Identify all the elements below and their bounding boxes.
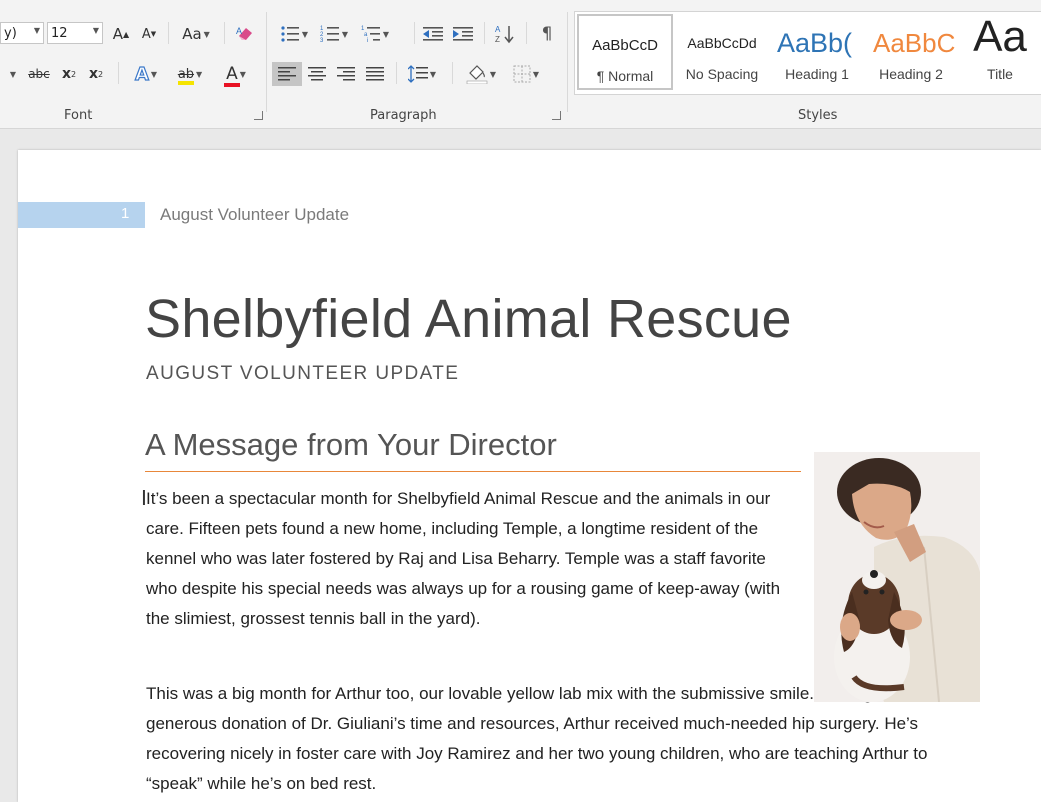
header-text[interactable]: August Volunteer Update [160, 205, 349, 225]
chevron-down-icon: ▼ [9, 69, 17, 79]
eraser-icon: A [236, 26, 252, 40]
multilevel-list-button[interactable]: 1 a i ▼ [356, 22, 394, 46]
svg-text:Z: Z [495, 35, 500, 44]
text-effects-button[interactable]: A ▼ [128, 62, 164, 86]
change-case-button[interactable]: Aa ▼ [174, 22, 218, 46]
font-name-dropdown-arrow[interactable]: ▼ [6, 62, 18, 86]
heading-rule [145, 471, 801, 472]
svg-text:3: 3 [320, 38, 324, 43]
chevron-down-icon: ▼ [382, 29, 390, 39]
paragraph-group-label: Paragraph [370, 108, 437, 123]
shrink-font-button[interactable]: A ▼ [138, 22, 160, 46]
style-name: ¶ Normal [596, 68, 654, 84]
style-sample: AaBbC [873, 27, 956, 58]
decrease-indent-icon [423, 27, 443, 41]
decrease-indent-button[interactable] [420, 22, 446, 46]
style-name: Title [987, 66, 1013, 82]
chevron-down-icon: ▼ [150, 69, 158, 79]
justify-button[interactable] [362, 62, 388, 86]
styles-gallery: AaBbCcD ¶ Normal AaBbCcDd No Spacing AaB… [574, 11, 1041, 95]
ribbon: y) ▼ 12 ▼ A ▲ A ▼ Aa ▼ A ▼ abc x2 x2 A ▼ ab [0, 0, 1041, 129]
styles-group-label: Styles [798, 108, 838, 123]
style-name: No Spacing [685, 66, 759, 82]
style-heading-1[interactable]: AaBb( Heading 1 [771, 14, 863, 90]
line-spacing-button[interactable]: ▼ [402, 62, 442, 86]
font-color-bar [224, 83, 240, 87]
font-group-label: Font [64, 108, 93, 123]
pilcrow-icon: ¶ [541, 24, 553, 44]
chevron-down-icon: ▼ [92, 26, 99, 35]
paint-bucket-icon [466, 65, 488, 84]
section-heading[interactable]: A Message from Your Director [145, 427, 557, 463]
paragraph-dialog-launcher[interactable] [552, 111, 561, 120]
numbered-list-icon: 1 2 3 [320, 26, 339, 43]
align-right-button[interactable] [333, 62, 359, 86]
style-heading-2[interactable]: AaBbC Heading 2 [865, 14, 957, 90]
page-number: 1 [121, 205, 130, 222]
caret-up-icon: ▲ [123, 29, 130, 39]
sort-button[interactable]: A Z [490, 22, 520, 46]
justify-icon [366, 67, 384, 81]
increase-indent-icon [453, 27, 473, 41]
font-name-combo[interactable]: y) ▼ [0, 22, 44, 44]
clear-formatting-button[interactable]: A [230, 22, 260, 46]
style-name: Heading 1 [785, 66, 849, 82]
increase-indent-button[interactable] [450, 22, 476, 46]
multilevel-list-icon: 1 a i [361, 26, 380, 43]
chevron-down-icon: ▼ [196, 69, 203, 79]
chevron-down-icon: ▼ [33, 26, 40, 35]
style-sample: AaBb( [777, 27, 853, 58]
show-hide-marks-button[interactable]: ¶ [534, 22, 560, 46]
chevron-down-icon: ▼ [301, 29, 309, 39]
subscript-button[interactable]: x2 [58, 62, 80, 86]
bullets-button[interactable]: ▼ [276, 22, 312, 46]
style-name: Heading 2 [879, 66, 943, 82]
svg-text:i: i [367, 38, 368, 43]
font-name-value: y) [4, 25, 17, 41]
grow-font-button[interactable]: A ▲ [110, 22, 132, 46]
strikethrough-button[interactable]: abc [26, 62, 52, 86]
font-dialog-launcher[interactable] [254, 111, 263, 120]
style-title[interactable]: Aa Title [959, 14, 1041, 90]
text-highlight-button[interactable]: ab ▼ [170, 62, 210, 86]
text-cursor-icon: I [141, 486, 147, 510]
photo-image [814, 452, 980, 702]
line-spacing-icon [407, 65, 428, 83]
align-center-button[interactable] [304, 62, 330, 86]
chevron-down-icon: ▼ [239, 69, 246, 79]
superscript-button[interactable]: x2 [85, 62, 107, 86]
sort-az-icon: A Z [495, 25, 514, 44]
borders-icon [513, 65, 531, 83]
font-size-value: 12 [51, 25, 68, 41]
highlight-color-bar [177, 80, 195, 85]
align-left-icon [278, 67, 296, 81]
chevron-down-icon: ▼ [341, 29, 349, 39]
style-sample: AaBbCcDd [687, 35, 757, 51]
document-subtitle[interactable]: AUGUST VOLUNTEER UPDATE [146, 363, 459, 385]
shading-button[interactable]: ▼ [460, 62, 502, 86]
style-no-spacing[interactable]: AaBbCcDd No Spacing [675, 14, 769, 90]
caret-down-icon: ▼ [150, 30, 157, 38]
svg-text:A: A [495, 25, 501, 34]
body-paragraph-1[interactable]: It’s been a spectacular month for Shelby… [146, 484, 786, 634]
svg-text:A: A [236, 26, 242, 36]
chevron-down-icon: ▼ [489, 69, 497, 79]
woman-with-dog-photo[interactable] [814, 452, 980, 702]
bullet-list-icon [281, 26, 299, 42]
borders-button[interactable]: ▼ [506, 62, 546, 86]
font-color-button[interactable]: A ▼ [216, 62, 256, 87]
numbering-button[interactable]: 1 2 3 ▼ [316, 22, 352, 46]
style-sample: Aa [973, 14, 1027, 60]
chevron-down-icon: ▼ [532, 69, 540, 79]
chevron-down-icon: ▼ [203, 29, 210, 39]
align-left-button[interactable] [272, 62, 302, 86]
document-title[interactable]: Shelbyfield Animal Rescue [145, 288, 792, 350]
align-right-icon [337, 67, 355, 81]
style-sample: AaBbCcD [592, 36, 658, 54]
font-size-combo[interactable]: 12 ▼ [47, 22, 103, 44]
chevron-down-icon: ▼ [429, 69, 437, 79]
align-center-icon [308, 67, 326, 81]
style-normal[interactable]: AaBbCcD ¶ Normal [577, 14, 673, 90]
